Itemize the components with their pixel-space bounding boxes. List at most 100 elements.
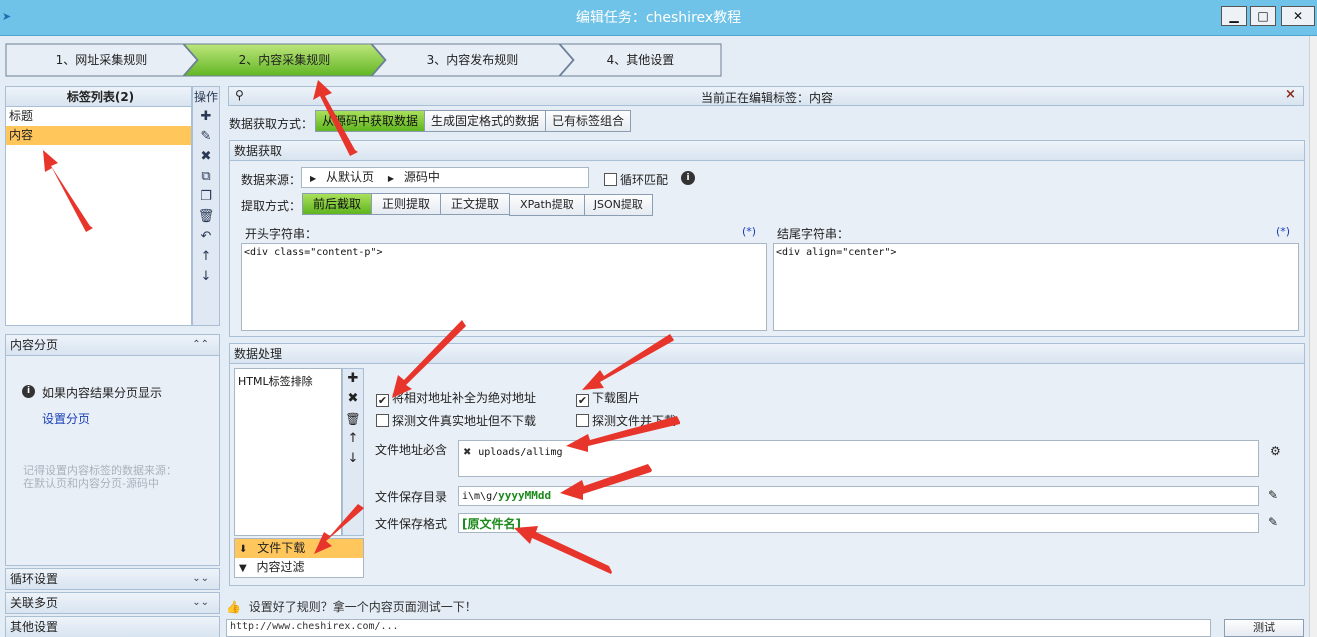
tag-ops-toolbar: 操作 ✚ ✎ ✖ ⧉ ❐ 🗑 ↶ ↑ ↓ (192, 86, 220, 326)
probe-no-download-check[interactable] (376, 414, 389, 427)
pagination-section-header[interactable]: 内容分页 ⌃⌃ (5, 334, 220, 356)
info-icon[interactable]: i (681, 171, 695, 185)
delete-icon[interactable]: ✖ (193, 147, 219, 167)
edit-icon[interactable]: ✎ (1268, 488, 1278, 502)
pagination-info: i 如果内容结果分页显示 (22, 384, 212, 401)
multi-page-section-header[interactable]: 关联多页 ⌄⌄ (5, 592, 220, 614)
probe-no-download-checkbox[interactable]: 探测文件真实地址但不下载 (376, 412, 536, 429)
edit-icon[interactable]: ✎ (193, 127, 219, 147)
method-regex-button[interactable]: 正则提取 (371, 193, 442, 215)
step-tabs: 1、网址采集规则 2、内容采集规则 3、内容发布规则 4、其他设置 (5, 43, 722, 77)
loop-section-header[interactable]: 循环设置 ⌄⌄ (5, 568, 220, 590)
edit-icon[interactable]: ✎ (1268, 515, 1278, 529)
trash-icon[interactable]: 🗑 (343, 409, 363, 429)
probe-no-download-label: 探测文件真实地址但不下载 (392, 414, 537, 428)
process-list: HTML标签排除 (234, 368, 342, 536)
test-hint: 👍 设置好了规则？拿一个内容页面测试一下！ (226, 598, 477, 615)
filter-icon: ▼ (239, 563, 247, 574)
other-settings-title: 其他设置 (10, 620, 59, 634)
save-dir-value: yyyyMMdd (498, 489, 552, 502)
delete-icon[interactable]: ✖ (343, 389, 363, 409)
must-contain-input[interactable]: ✖ uploads/allimg (458, 440, 1259, 477)
maximize-button[interactable]: □ (1250, 6, 1276, 26)
close-button[interactable]: ✕ (1281, 6, 1315, 26)
method-body-button[interactable]: 正文提取 (440, 193, 511, 215)
method-json-button[interactable]: JSON提取 (583, 194, 653, 216)
undo-icon[interactable]: ↶ (193, 227, 219, 247)
acquire-combine-tags-button[interactable]: 已有标签组合 (545, 110, 632, 132)
process-type-file-download[interactable]: ⬇ 文件下载 (235, 539, 363, 558)
loop-match-checkbox[interactable]: 循环匹配 (604, 171, 668, 188)
thumbs-up-icon: 👍 (226, 600, 241, 614)
step-tab-1[interactable]: 1、网址采集规则 (5, 43, 198, 77)
add-icon[interactable]: ✚ (193, 107, 219, 127)
minimize-button[interactable]: ▁ (1221, 6, 1247, 26)
set-pagination-link[interactable]: 设置分页 (42, 410, 90, 427)
source-part-source-code: 源码中 (403, 170, 440, 184)
tag-item-title[interactable]: 标题 (6, 107, 191, 126)
step-tab-2[interactable]: 2、内容采集规则 (183, 43, 386, 77)
source-label: 数据来源： (241, 173, 302, 187)
source-breadcrumb[interactable]: ▶ 从默认页 ▶ 源码中 (301, 167, 589, 188)
process-item-html-exclude[interactable]: HTML标签排除 (235, 369, 341, 393)
must-contain-token: uploads/allimg (478, 447, 563, 458)
process-type-content-filter[interactable]: ▼ 内容过滤 (235, 558, 363, 577)
vertical-scrollbar[interactable] (1309, 36, 1317, 637)
gear-icon[interactable]: ⚙ (1270, 444, 1281, 458)
step-tab-4-label: 4、其他设置 (606, 53, 675, 67)
pagination-body: i 如果内容结果分页显示 设置分页 记得设置内容标签的数据来源： 在默认页和内容… (5, 356, 220, 566)
step-tab-3[interactable]: 3、内容发布规则 (371, 43, 574, 77)
end-string-input[interactable]: <div align="center"> (773, 243, 1299, 331)
pagination-title: 内容分页 (10, 338, 59, 352)
step-tab-4[interactable]: 4、其他设置 (559, 43, 722, 77)
move-up-icon[interactable]: ↑ (193, 247, 219, 267)
breadcrumb-arrow-icon: ▶ (387, 174, 394, 183)
save-format-value: [原文件名] (462, 517, 521, 531)
save-dir-input[interactable]: i\m\g/yyyyMMdd (458, 486, 1259, 506)
move-down-icon[interactable]: ↓ (193, 267, 219, 287)
start-string-wildcard: (*) (742, 225, 757, 238)
editing-label: 当前正在编辑标签：内容 (700, 91, 833, 105)
test-url-input[interactable]: http://www.cheshirex.com/... (226, 619, 1211, 637)
trash-icon[interactable]: 🗑 (193, 207, 219, 227)
method-before-after-button[interactable]: 前后截取 (302, 193, 373, 215)
probe-download-check[interactable] (576, 414, 589, 427)
expand-down-icon: ⌄⌄ (192, 573, 209, 584)
remove-token-icon[interactable]: ✖ (463, 447, 471, 458)
end-string-label: 结尾字符串： (777, 227, 850, 241)
step-tab-3-label: 3、内容发布规则 (426, 53, 519, 67)
step-tab-2-label: 2、内容采集规则 (238, 53, 331, 67)
data-fetch-panel: 数据获取 数据来源： ▶ 从默认页 ▶ 源码中 循环匹配 i 提取方式： 前后截… (229, 140, 1305, 337)
start-string-input[interactable]: <div class="content-p"> (241, 243, 767, 331)
step-tab-1-label: 1、网址采集规则 (55, 53, 148, 67)
save-format-input[interactable]: [原文件名] (458, 513, 1259, 533)
save-dir-label: 文件保存目录 (375, 490, 448, 504)
move-up-icon[interactable]: ↑ (343, 429, 363, 449)
expand-down-icon: ⌄⌄ (192, 597, 209, 608)
save-format-label: 文件保存格式 (375, 517, 448, 531)
copy-icon[interactable]: ⧉ (193, 167, 219, 187)
paste-icon[interactable]: ❐ (193, 187, 219, 207)
probe-download-checkbox[interactable]: 探测文件并下载 (576, 412, 676, 429)
multi-page-title: 关联多页 (10, 596, 59, 610)
close-editing-icon[interactable]: × (1285, 87, 1296, 102)
abs-url-check[interactable]: ✔ (376, 394, 389, 407)
add-icon[interactable]: ✚ (343, 369, 363, 389)
acquire-method-options: 从源码中获取数据 生成固定格式的数据 已有标签组合 (315, 110, 632, 132)
loop-match-check[interactable] (604, 173, 617, 186)
extract-method-label: 提取方式： (241, 199, 302, 213)
must-contain-label: 文件地址必含 (375, 443, 448, 457)
method-xpath-button[interactable]: XPath提取 (509, 194, 585, 216)
abs-url-checkbox[interactable]: ✔ 将相对地址补全为绝对地址 (376, 389, 536, 407)
acquire-from-source-button[interactable]: 从源码中获取数据 (315, 110, 426, 132)
acquire-fixed-format-button[interactable]: 生成固定格式的数据 (424, 110, 547, 132)
move-down-icon[interactable]: ↓ (343, 449, 363, 469)
test-button[interactable]: 测试 (1224, 619, 1304, 637)
download-images-checkbox[interactable]: ✔ 下载图片 (576, 389, 640, 407)
tag-item-content[interactable]: 内容 (6, 126, 191, 145)
download-images-check[interactable]: ✔ (576, 394, 589, 407)
other-section-header[interactable]: 其他设置 (5, 616, 220, 637)
info-icon: i (22, 385, 35, 398)
pagination-note: 记得设置内容标签的数据来源： 在默认页和内容分页-源码中 (23, 464, 177, 490)
file-download-label: 文件下载 (257, 541, 306, 555)
